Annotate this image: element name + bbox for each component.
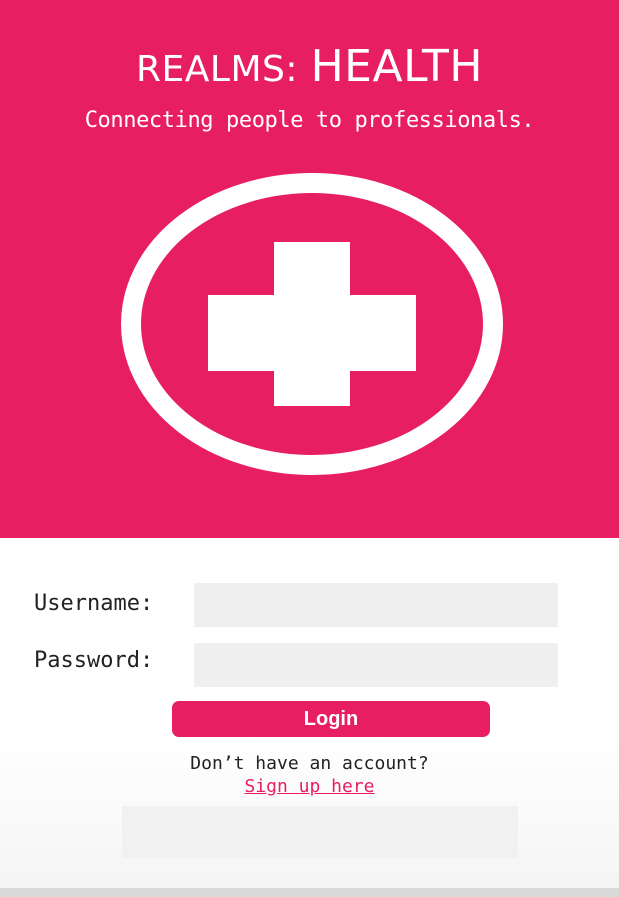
cross-horizontal-bar [208,295,416,371]
app-title-part1: REALMS: [136,49,298,90]
app-title-part2: HEALTH [310,41,483,92]
signup-link[interactable]: Sign up here [0,775,619,799]
app-tagline: Connecting people to professionals. [84,108,535,133]
password-label: Password: [34,648,154,673]
header-banner: REALMS: HEALTH Connecting people to prof… [0,0,619,538]
username-label: Username: [34,591,154,616]
password-input[interactable] [194,643,558,687]
faint-placeholder-box [122,806,518,858]
medical-cross-icon [121,173,503,475]
username-input[interactable] [194,583,558,627]
no-account-text: Don’t have an account? [190,753,429,774]
bottom-edge-bar [0,888,619,897]
login-button[interactable]: Login [172,701,490,737]
app-title: REALMS: HEALTH [0,40,619,97]
